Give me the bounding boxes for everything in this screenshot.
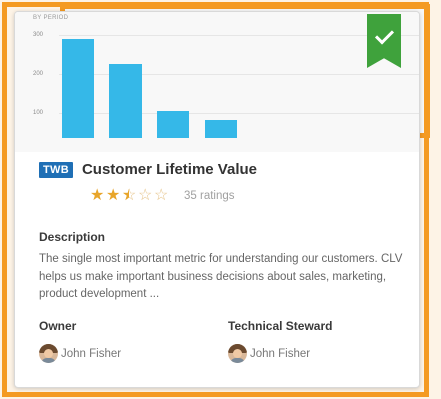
highlight-frame-front	[2, 2, 429, 397]
